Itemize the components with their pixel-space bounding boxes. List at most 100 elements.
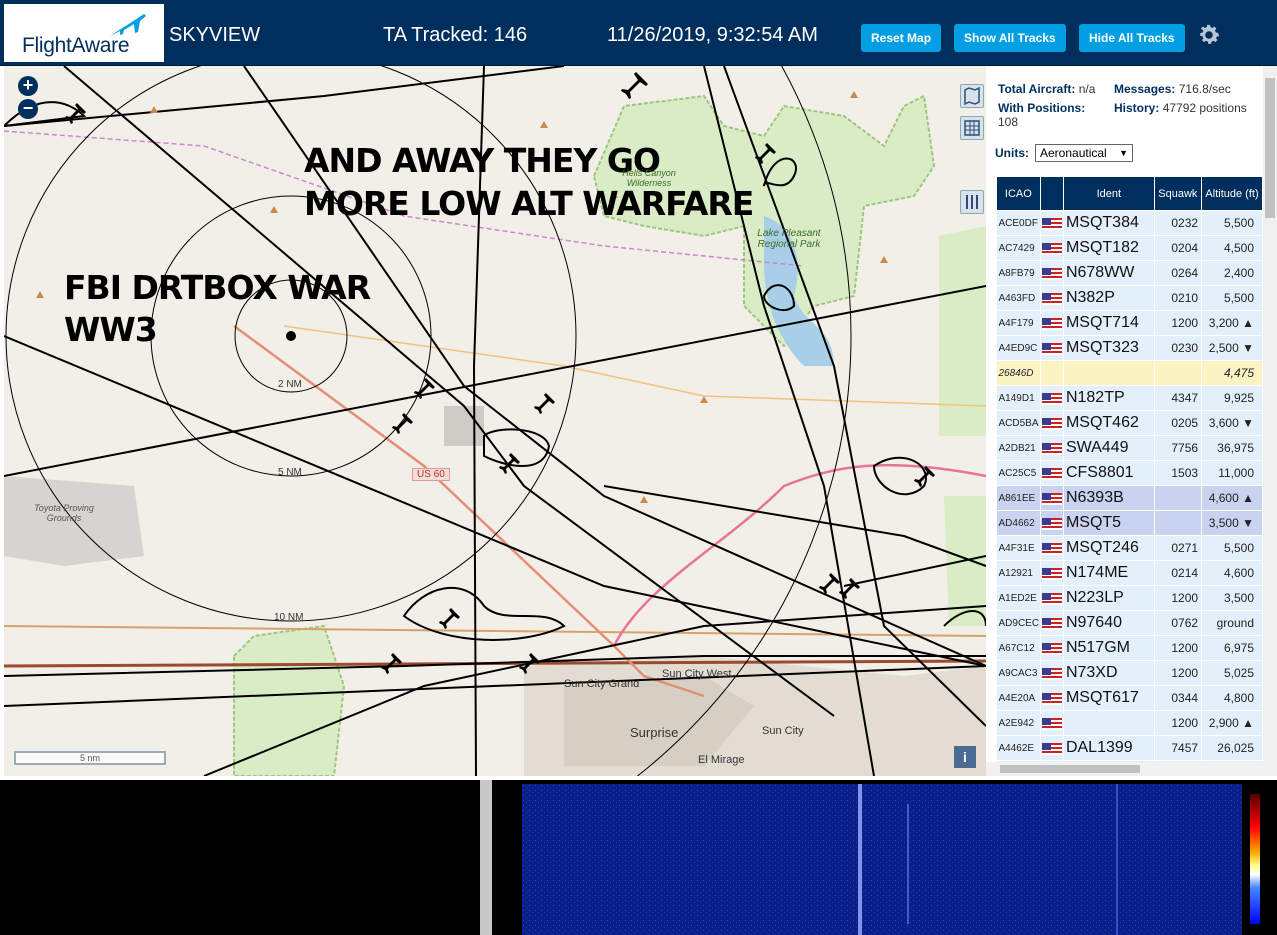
us-flag-icon bbox=[1041, 467, 1062, 480]
map-canvas[interactable]: + − AND AWAY THEY GO MORE LOW ALT WARFAR… bbox=[4, 66, 986, 776]
aircraft-sidebar: Total Aircraft: n/a Messages: 716.8/sec … bbox=[986, 66, 1263, 776]
cell-ident: N223LP bbox=[1063, 585, 1155, 611]
table-row[interactable]: A4E20A MSQT617 0344 4,800 bbox=[996, 685, 1263, 711]
us-flag-icon bbox=[1041, 692, 1062, 705]
panel-divider[interactable] bbox=[480, 780, 492, 935]
cell-squawk: 0762 bbox=[1154, 610, 1203, 636]
table-row[interactable]: A1ED2E N223LP 1200 3,500 bbox=[996, 585, 1263, 611]
scrollbar-thumb-horizontal[interactable] bbox=[1000, 765, 1140, 773]
cell-flag bbox=[1040, 660, 1064, 686]
cell-altitude: 3,500 bbox=[1201, 585, 1263, 611]
cell-ident: MSQT714 bbox=[1063, 310, 1155, 336]
zoom-in-button[interactable]: + bbox=[18, 76, 38, 96]
us-flag-icon bbox=[1041, 442, 1062, 455]
table-row[interactable]: A4462E DAL1399 7457 26,025 bbox=[996, 735, 1263, 761]
cell-altitude: 3,200 ▲ bbox=[1201, 310, 1263, 336]
hide-all-tracks-button[interactable]: Hide All Tracks bbox=[1079, 24, 1185, 52]
cell-altitude: 2,400 bbox=[1201, 260, 1263, 286]
table-row[interactable]: A4F31E MSQT246 0271 5,500 bbox=[996, 535, 1263, 561]
table-row[interactable]: AD9CEC N97640 0762 ground bbox=[996, 610, 1263, 636]
cell-squawk: 7457 bbox=[1154, 735, 1203, 761]
cell-squawk: 0214 bbox=[1154, 560, 1203, 586]
column-header-flag[interactable] bbox=[1039, 176, 1064, 211]
cell-ident: MSQT5 bbox=[1063, 510, 1155, 536]
cell-flag bbox=[1040, 310, 1064, 336]
cell-altitude: 2,500 ▼ bbox=[1201, 335, 1263, 361]
cell-icao: A67C12 bbox=[996, 635, 1041, 661]
sidebar-vertical-scrollbar[interactable] bbox=[1263, 66, 1277, 776]
cell-altitude: 5,500 bbox=[1201, 285, 1263, 311]
cell-ident: CFS8801 bbox=[1063, 460, 1155, 486]
cell-icao: A149D1 bbox=[996, 385, 1041, 411]
cell-icao: A1ED2E bbox=[996, 585, 1041, 611]
cell-ident: N517GM bbox=[1063, 635, 1155, 661]
cell-flag bbox=[1040, 410, 1064, 436]
table-row[interactable]: A2E942 1200 2,900 ▲ bbox=[996, 710, 1263, 736]
cell-squawk: 0232 bbox=[1154, 210, 1203, 236]
table-row[interactable]: AC25C5 CFS8801 1503 11,000 bbox=[996, 460, 1263, 486]
table-row[interactable]: AC7429 MSQT182 0204 4,500 bbox=[996, 235, 1263, 261]
city-label-sun-city-grand: Sun City Grand bbox=[564, 678, 640, 690]
us-flag-icon bbox=[1041, 242, 1062, 255]
range-ring-label-10nm: 10 NM bbox=[274, 612, 304, 623]
table-row[interactable]: A861EE N6393B 4,600 ▲ bbox=[996, 485, 1263, 511]
table-row[interactable]: ACE0DF MSQT384 0232 5,500 bbox=[996, 210, 1263, 236]
table-row[interactable]: ACD5BA MSQT462 0205 3,600 ▼ bbox=[996, 410, 1263, 436]
cell-squawk: 1200 bbox=[1154, 585, 1203, 611]
table-row[interactable]: A4ED9C MSQT323 0230 2,500 ▼ bbox=[996, 335, 1263, 361]
cell-altitude: 5,025 bbox=[1201, 660, 1263, 686]
overlay-text-line3: FBI DRTBOX WAR bbox=[64, 268, 371, 307]
map-layers-icon[interactable] bbox=[960, 84, 984, 108]
table-row[interactable]: A463FD N382P 0210 5,500 bbox=[996, 285, 1263, 311]
table-row[interactable]: A9CAC3 N73XD 1200 5,025 bbox=[996, 660, 1263, 686]
us-flag-icon bbox=[1041, 392, 1062, 405]
cell-icao: ACD5BA bbox=[996, 410, 1041, 436]
info-button[interactable]: i bbox=[954, 746, 976, 768]
flightaware-logo[interactable]: FlightAware bbox=[4, 4, 164, 62]
cell-flag bbox=[1040, 385, 1064, 411]
units-select[interactable]: Aeronautical ▼ bbox=[1035, 144, 1133, 162]
table-row[interactable]: A4F179 MSQT714 1200 3,200 ▲ bbox=[996, 310, 1263, 336]
cell-squawk bbox=[1154, 360, 1203, 386]
column-header-altitude[interactable]: Altitude (ft) bbox=[1201, 176, 1263, 211]
cell-icao: AC7429 bbox=[996, 235, 1041, 261]
column-header-ident[interactable]: Ident bbox=[1062, 176, 1155, 211]
current-datetime: 11/26/2019, 9:32:54 AM bbox=[607, 24, 818, 46]
us-flag-icon bbox=[1041, 417, 1062, 430]
table-row[interactable]: A8FB79 N678WW 0264 2,400 bbox=[996, 260, 1263, 286]
table-row[interactable]: A12921 N174ME 0214 4,600 bbox=[996, 560, 1263, 586]
zoom-out-button[interactable]: − bbox=[18, 99, 38, 119]
cell-ident: N182TP bbox=[1063, 385, 1155, 411]
table-row[interactable]: A149D1 N182TP 4347 9,925 bbox=[996, 385, 1263, 411]
cell-icao: A861EE bbox=[996, 485, 1041, 511]
map-grid-icon[interactable] bbox=[960, 116, 984, 140]
cell-squawk: 0205 bbox=[1154, 410, 1203, 436]
settings-gear-icon[interactable] bbox=[1196, 22, 1222, 48]
wilderness-label: Hells Canyon Wilderness bbox=[622, 168, 676, 188]
cell-flag bbox=[1040, 535, 1064, 561]
us-flag-icon bbox=[1041, 667, 1062, 680]
logo-text: FlightAware bbox=[22, 34, 130, 57]
us-flag-icon bbox=[1041, 217, 1062, 230]
cell-flag bbox=[1040, 260, 1064, 286]
reset-map-button[interactable]: Reset Map bbox=[861, 24, 942, 52]
cell-ident: MSQT384 bbox=[1063, 210, 1155, 236]
range-ring-label-5nm: 5 NM bbox=[278, 467, 302, 478]
column-header-squawk[interactable]: Squawk bbox=[1153, 176, 1203, 211]
sidebar-horizontal-scrollbar[interactable] bbox=[986, 762, 1263, 776]
units-label: Units: bbox=[995, 146, 1029, 160]
cell-ident: MSQT182 bbox=[1063, 235, 1155, 261]
columns-toggle-icon[interactable] bbox=[960, 190, 984, 214]
cell-ident: N678WW bbox=[1063, 260, 1155, 286]
with-positions-value: 108 bbox=[998, 115, 1019, 129]
table-row[interactable]: A67C12 N517GM 1200 6,975 bbox=[996, 635, 1263, 661]
table-row[interactable]: A2DB21 SWA449 7756 36,975 bbox=[996, 435, 1263, 461]
column-header-icao[interactable]: ICAO bbox=[996, 176, 1041, 211]
spectrum-panel bbox=[0, 780, 1277, 935]
scrollbar-thumb[interactable] bbox=[1265, 78, 1275, 218]
us-flag-icon bbox=[1041, 567, 1062, 580]
cell-altitude: 4,600 ▲ bbox=[1201, 485, 1263, 511]
table-row[interactable]: AD4662 MSQT5 3,500 ▼ bbox=[996, 510, 1263, 536]
show-all-tracks-button[interactable]: Show All Tracks bbox=[954, 24, 1066, 52]
table-row[interactable]: 26846D 4,475 bbox=[996, 360, 1263, 386]
